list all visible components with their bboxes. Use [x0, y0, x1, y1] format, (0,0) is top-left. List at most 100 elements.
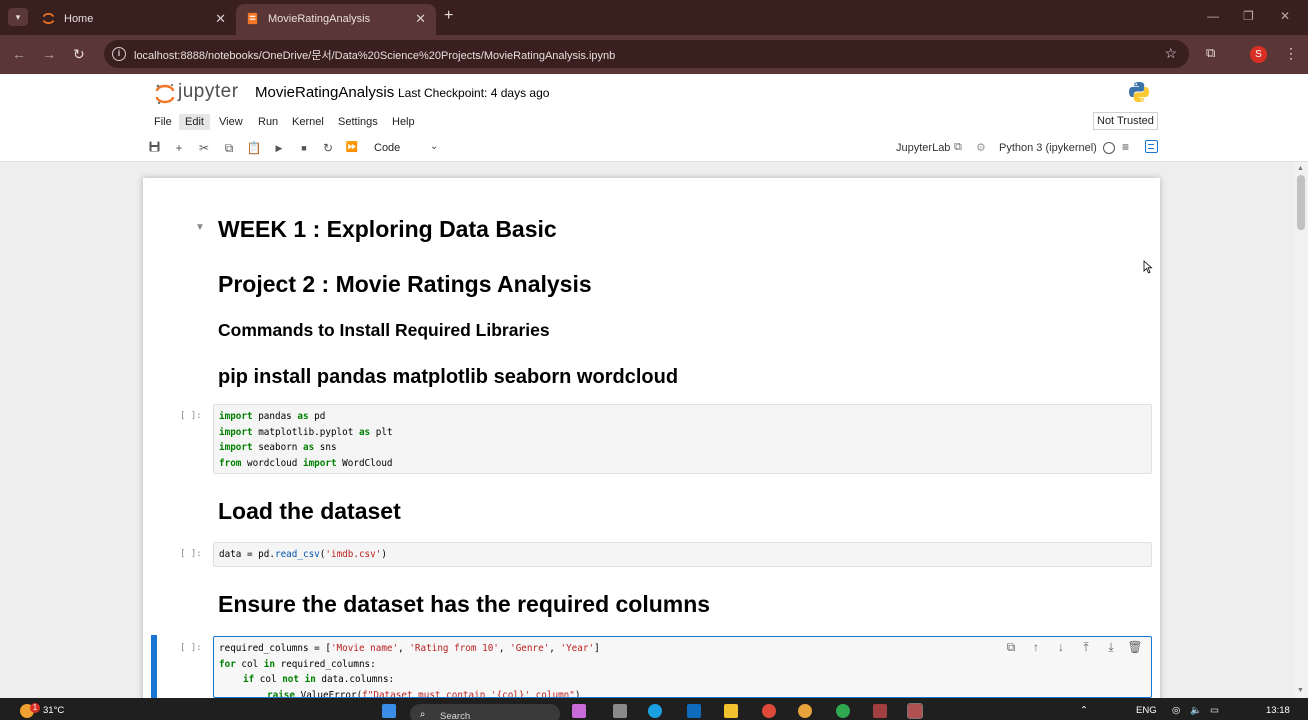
code-line: import matplotlib.pyplot as plt: [219, 426, 393, 438]
volume-icon[interactable]: 🔈: [1190, 705, 1202, 716]
input-language[interactable]: ENG: [1136, 705, 1157, 716]
weather-badge: 1: [30, 703, 40, 713]
insert-below-icon[interactable]: ⤓: [1103, 640, 1119, 655]
chrome-profile-icon[interactable]: [762, 704, 776, 718]
cell-prompt: [ ]:: [180, 411, 202, 421]
close-tab-icon[interactable]: ✕: [215, 11, 226, 27]
code-line: raise ValueError(f"Dataset must contain …: [267, 689, 581, 698]
edge-icon[interactable]: [648, 704, 662, 718]
collapse-heading-icon[interactable]: ▼: [195, 222, 205, 233]
jupyter-wordmark: jupyter: [178, 81, 239, 102]
tab-label: MovieRatingAnalysis: [268, 13, 371, 25]
scroll-up-icon[interactable]: ▲: [1297, 165, 1304, 172]
app-icon[interactable]: [873, 704, 887, 718]
store-icon[interactable]: [687, 704, 701, 718]
profile-avatar[interactable]: S: [1250, 46, 1267, 63]
close-window-icon[interactable]: ✕: [1280, 9, 1290, 23]
menu-run[interactable]: Run: [252, 114, 284, 130]
restore-icon[interactable]: ❐: [1243, 9, 1254, 23]
duplicate-cell-icon[interactable]: ⧉: [1003, 640, 1019, 655]
clock-time[interactable]: 13:18: [1266, 705, 1290, 716]
code-line: data = pd.read_csv('imdb.csv'): [219, 549, 387, 560]
code-cell-read-csv[interactable]: data = pd.read_csv('imdb.csv'): [213, 542, 1152, 567]
active-app-icon[interactable]: [907, 703, 923, 719]
menu-settings[interactable]: Settings: [332, 114, 384, 130]
code-cell-imports[interactable]: import pandas as pd import matplotlib.py…: [213, 404, 1152, 474]
cut-icon[interactable]: ✂: [196, 141, 212, 155]
minimize-icon[interactable]: —: [1207, 9, 1219, 23]
move-down-icon[interactable]: ↓: [1053, 640, 1069, 654]
reload-icon[interactable]: ↻: [73, 46, 85, 63]
restart-run-all-icon[interactable]: ⏩: [344, 142, 360, 153]
tab-home[interactable]: Home ✕: [32, 4, 236, 35]
jupyter-favicon-icon: [43, 13, 54, 24]
notebook-scrollbar[interactable]: ▲ ▼: [1294, 162, 1308, 698]
menu-file[interactable]: File: [148, 114, 178, 130]
address-bar[interactable]: i localhost:8888/notebooks/OneDrive/문서/D…: [104, 40, 1189, 68]
heading-project-2: Project 2 : Movie Ratings Analysis: [218, 271, 592, 297]
close-tab-icon[interactable]: ✕: [415, 11, 426, 27]
add-cell-icon[interactable]: +: [171, 141, 187, 155]
scroll-thumb[interactable]: [1297, 175, 1305, 230]
code-line: from wordcloud import WordCloud: [219, 457, 393, 469]
restart-kernel-icon[interactable]: ↻: [320, 141, 336, 155]
site-info-icon[interactable]: i: [112, 47, 126, 61]
browser-toolbar: ← → ↻ i localhost:8888/notebooks/OneDriv…: [0, 35, 1308, 74]
scroll-down-icon[interactable]: ▼: [1297, 687, 1304, 694]
menu-edit[interactable]: Edit: [179, 114, 210, 130]
trust-status-button[interactable]: Not Trusted: [1093, 112, 1158, 130]
insert-above-icon[interactable]: ⤒: [1078, 640, 1094, 655]
notebook-title[interactable]: MovieRatingAnalysis: [255, 84, 394, 101]
file-explorer-icon[interactable]: [724, 704, 738, 718]
widgets-icon[interactable]: [572, 704, 586, 718]
code-line: if col not in data.columns:: [243, 674, 395, 685]
chrome-icon[interactable]: [798, 704, 812, 718]
heading-install-commands: Commands to Install Required Libraries: [218, 320, 550, 340]
gear-icon[interactable]: ⚙: [976, 141, 986, 154]
code-line: for col in required_columns:: [219, 658, 376, 670]
heading-load-dataset: Load the dataset: [218, 498, 401, 524]
new-tab-icon[interactable]: +: [444, 7, 453, 25]
task-view-icon[interactable]: [613, 704, 627, 718]
move-up-icon[interactable]: ↑: [1028, 640, 1044, 654]
network-icon[interactable]: ◎: [1172, 705, 1180, 716]
table-of-contents-icon[interactable]: [1145, 140, 1158, 153]
start-icon[interactable]: [382, 704, 396, 718]
python-logo-icon: [1129, 82, 1149, 102]
forward-icon[interactable]: →: [42, 46, 56, 62]
cell-type-select[interactable]: Code: [374, 142, 400, 154]
browser-menu-icon[interactable]: ⋮: [1284, 45, 1298, 62]
taskbar-search[interactable]: ⌕ Search: [410, 704, 560, 720]
search-placeholder: Search: [440, 711, 471, 720]
code-line: import seaborn as sns: [219, 442, 337, 453]
chevron-down-icon[interactable]: ⌄: [430, 141, 438, 152]
menu-lines-icon[interactable]: ≡: [1122, 140, 1129, 154]
jupyter-header: jupyter MovieRatingAnalysis Last Checkpo…: [0, 74, 1308, 162]
weather-temperature[interactable]: 31°C: [43, 705, 64, 716]
bookmark-star-icon[interactable]: ☆: [1164, 45, 1177, 62]
notebook-toolbar: + ✂ ⧉ 📋 ▶ ■ ↻ ⏩ Code ⌄ JupyterLab ⧉ ⚙ Py…: [146, 139, 1166, 159]
app-icon[interactable]: [836, 704, 850, 718]
cell-prompt: [ ]:: [180, 549, 202, 559]
jupyter-logo-icon[interactable]: [154, 82, 176, 106]
paste-icon[interactable]: 📋: [246, 141, 262, 155]
menu-kernel[interactable]: Kernel: [286, 114, 330, 130]
save-icon[interactable]: [146, 141, 162, 155]
menu-view[interactable]: View: [213, 114, 249, 130]
stop-icon[interactable]: ■: [296, 143, 312, 153]
windows-taskbar: 1 31°C ⌕ Search ⌃ ENG ◎ 🔈 ▭ 13:18: [0, 698, 1308, 720]
back-icon[interactable]: ←: [12, 46, 26, 62]
run-icon[interactable]: ▶: [271, 143, 287, 154]
menu-help[interactable]: Help: [386, 114, 421, 130]
copy-icon[interactable]: ⧉: [221, 141, 237, 156]
tab-search-chevron-icon[interactable]: ▾: [8, 8, 28, 26]
tray-chevron-icon[interactable]: ⌃: [1080, 705, 1088, 716]
open-jupyterlab-link[interactable]: JupyterLab: [896, 142, 950, 154]
extensions-icon[interactable]: ⧉: [1206, 45, 1215, 61]
tab-movie-rating-analysis[interactable]: MovieRatingAnalysis ✕: [236, 4, 436, 35]
delete-cell-icon[interactable]: 🗑: [1127, 640, 1143, 654]
battery-icon[interactable]: ▭: [1210, 705, 1219, 716]
save-icon-glyph: [149, 141, 159, 152]
browser-tab-bar: ▾ Home ✕ MovieRatingAnalysis ✕ + — ❐ ✕: [0, 0, 1308, 35]
kernel-name[interactable]: Python 3 (ipykernel): [999, 142, 1097, 154]
